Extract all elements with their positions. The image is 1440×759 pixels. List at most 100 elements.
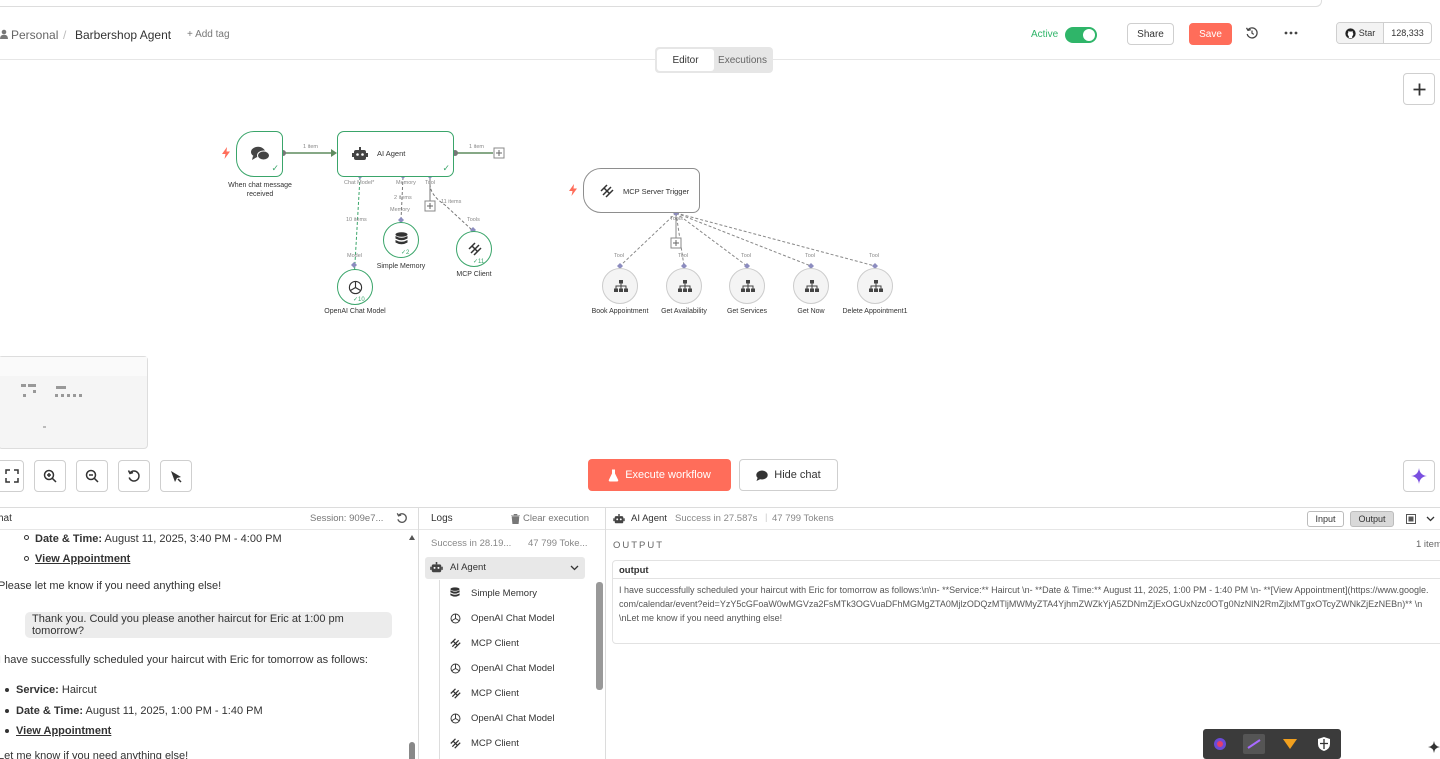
- reset-zoom-button[interactable]: [118, 460, 150, 492]
- node-openai-chat-model[interactable]: ✓10: [337, 269, 373, 305]
- output-section-title: OUTPUT: [613, 540, 665, 551]
- active-label: Active: [1031, 29, 1059, 40]
- node-title-mcp-server-trigger: MCP Server Trigger: [623, 187, 690, 196]
- chat-panel: hat Session: 909e7... Date & Time: Augus…: [0, 508, 419, 759]
- bullet-dot: [5, 688, 9, 692]
- workflow-canvas[interactable]: ✓ When chat message received 1 item AI A…: [0, 60, 1440, 507]
- chat-line-date-time-2: Date & Time: August 11, 2025, 1:00 PM - …: [16, 705, 263, 717]
- log-item-mcp-client[interactable]: MCP Client: [449, 632, 519, 654]
- fit-view-button[interactable]: [0, 460, 24, 492]
- logs-panel: Logs Clear execution Success in 28.19...…: [419, 508, 606, 759]
- node-mcp-server-trigger[interactable]: MCP Server Trigger: [583, 168, 700, 213]
- tab-editor[interactable]: Editor: [657, 49, 714, 71]
- github-star-button[interactable]: Star: [1337, 23, 1384, 43]
- chevron-down-icon[interactable]: [570, 565, 579, 571]
- log-item-openai-chat-model[interactable]: OpenAI Chat Model: [449, 607, 554, 629]
- node-mcp-client[interactable]: ✓11: [456, 231, 492, 267]
- node-title-ai-agent: AI Agent: [377, 149, 406, 158]
- github-star-widget[interactable]: Star 128,333: [1336, 22, 1432, 44]
- output-status: Success in 27.587s: [675, 513, 758, 524]
- workflow-name[interactable]: Barbershop Agent: [75, 28, 171, 42]
- log-item-label: Simple Memory: [471, 587, 537, 599]
- edge-label-model-items: 10 items: [346, 217, 367, 223]
- sitemap-icon: [869, 280, 883, 292]
- node-label-mcp-client: MCP Client: [456, 271, 492, 278]
- hide-chat-label: Hide chat: [774, 469, 821, 481]
- mcp-icon: [468, 242, 482, 256]
- output-data-box: output I have successfully scheduled you…: [612, 560, 1440, 644]
- fit-view-icon: [5, 469, 19, 483]
- clear-execution-button[interactable]: Clear execution: [523, 513, 589, 524]
- node-label-simple-memory: Simple Memory: [376, 263, 426, 270]
- save-button[interactable]: Save: [1189, 23, 1232, 45]
- breadcrumb-project[interactable]: Personal: [11, 28, 58, 42]
- chat-line-let-me-know: Let me know if you need anything else!: [0, 750, 189, 759]
- logs-scrollbar-thumb[interactable]: [596, 582, 603, 690]
- reset-session-icon[interactable]: [396, 512, 408, 524]
- node-get-now[interactable]: [793, 268, 829, 304]
- edge-label-out: 1 item: [469, 144, 484, 150]
- broom-icon: [169, 469, 183, 483]
- edge-label-tool-items: 11 items: [441, 199, 462, 205]
- output-field-value[interactable]: I have successfully scheduled your hairc…: [619, 583, 1429, 625]
- log-item-mcp-client[interactable]: MCP Client: [449, 682, 519, 704]
- node-chat-trigger[interactable]: ✓: [236, 131, 283, 177]
- chat-scrollbar-thumb[interactable]: [409, 742, 415, 759]
- output-separator: |: [765, 512, 768, 523]
- zoom-out-button[interactable]: [76, 460, 108, 492]
- user-message-bubble: Thank you. Could you please another hair…: [25, 612, 392, 638]
- pen-icon[interactable]: [1243, 734, 1265, 754]
- node-get-availability[interactable]: [666, 268, 702, 304]
- view-appointment-link-1[interactable]: View Appointment: [35, 553, 130, 565]
- add-tag-link[interactable]: + Add tag: [187, 29, 230, 40]
- port-label-tool-delete: Tool: [869, 253, 880, 259]
- node-delete-appointment[interactable]: [857, 268, 893, 304]
- add-node-button[interactable]: [1403, 73, 1435, 105]
- zoom-in-button[interactable]: [34, 460, 66, 492]
- bottom-panel: hat Session: 909e7... Date & Time: Augus…: [0, 507, 1440, 759]
- node-simple-memory[interactable]: ✓2: [383, 222, 419, 258]
- node-book-appointment[interactable]: [602, 268, 638, 304]
- openai-icon: [449, 612, 461, 624]
- node-label-get-services: Get Services: [726, 308, 768, 315]
- output-node-name: AI Agent: [631, 513, 667, 524]
- log-root-ai-agent[interactable]: AI Agent: [425, 557, 585, 579]
- port-label-tools: Tools: [670, 216, 683, 222]
- triangle-app-icon[interactable]: [1279, 734, 1301, 754]
- tidy-up-button[interactable]: [160, 460, 192, 492]
- share-button[interactable]: Share: [1127, 23, 1174, 45]
- shield-icon[interactable]: [1313, 734, 1335, 754]
- hide-chat-button[interactable]: Hide chat: [739, 459, 838, 491]
- success-check-icon: ✓: [271, 163, 279, 173]
- more-options-icon[interactable]: [1284, 31, 1298, 35]
- view-appointment-link-2[interactable]: View Appointment: [16, 725, 111, 737]
- trigger-bolt-icon: [569, 184, 577, 196]
- history-icon[interactable]: [1245, 26, 1259, 40]
- tab-executions[interactable]: Executions: [714, 49, 771, 71]
- log-item-mcp-client[interactable]: MCP Client: [449, 732, 519, 754]
- ai-assistant-button[interactable]: [1403, 460, 1435, 492]
- minimap[interactable]: [0, 356, 148, 449]
- port-label-tool: Tool: [425, 180, 436, 186]
- node-get-services[interactable]: [729, 268, 765, 304]
- input-toggle-button[interactable]: Input: [1307, 511, 1344, 527]
- popout-icon[interactable]: [1406, 514, 1416, 524]
- log-item-openai-chat-model[interactable]: OpenAI Chat Model: [449, 707, 554, 729]
- chat-scroll-up-arrow[interactable]: [409, 535, 415, 540]
- output-toggle-button[interactable]: Output: [1350, 511, 1394, 527]
- active-toggle[interactable]: [1065, 27, 1097, 43]
- minimap-nodes: [21, 384, 82, 397]
- log-item-simple-memory[interactable]: Simple Memory: [449, 582, 537, 604]
- trash-icon[interactable]: [511, 514, 520, 524]
- node-ai-agent[interactable]: AI Agent ✓: [337, 131, 454, 177]
- output-field-name: output: [619, 565, 649, 576]
- output-panel: AI Agent Success in 27.587s | 47 799 Tok…: [606, 508, 1440, 759]
- browser-icon[interactable]: [1209, 734, 1231, 754]
- node-label-delete-appointment: Delete Appointment1: [842, 308, 908, 315]
- session-id[interactable]: Session: 909e7...: [310, 513, 383, 524]
- bullet-circle: [24, 556, 29, 561]
- collapse-chevron-icon[interactable]: [1426, 516, 1435, 522]
- log-item-openai-chat-model[interactable]: OpenAI Chat Model: [449, 657, 554, 679]
- node-label-openai-chat-model: OpenAI Chat Model: [324, 308, 386, 315]
- execute-workflow-button[interactable]: Execute workflow: [588, 459, 731, 491]
